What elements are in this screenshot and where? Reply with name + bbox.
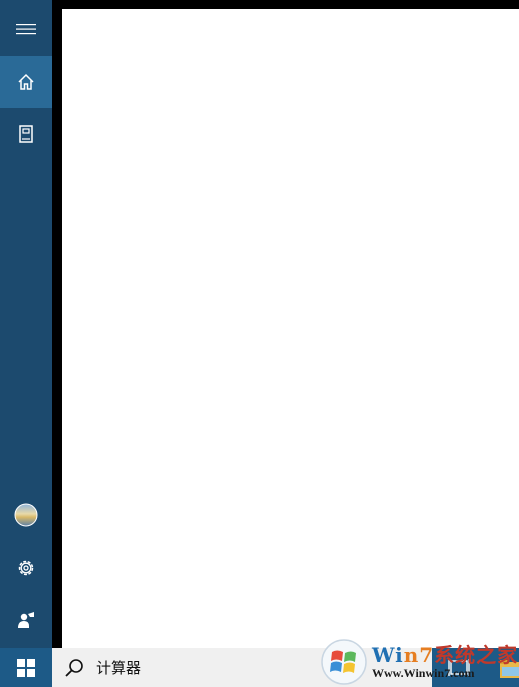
watermark-text: Win7系统之家 Www.Winwin7.com (372, 644, 518, 680)
hamburger-menu-button[interactable] (0, 3, 52, 55)
cortana-sidebar (0, 0, 52, 648)
feedback-icon (18, 612, 34, 628)
home-button[interactable] (0, 56, 52, 108)
settings-button[interactable] (0, 542, 52, 594)
notebook-button[interactable] (0, 108, 52, 160)
user-avatar-button[interactable] (0, 489, 52, 541)
user-avatar-icon (14, 503, 38, 527)
settings-gear-icon (18, 560, 34, 576)
start-button[interactable] (0, 648, 52, 687)
search-input-text[interactable]: 计算器 (96, 657, 141, 678)
watermark-title: Win7系统之家 (372, 644, 518, 666)
watermark-title-win: Wi (372, 642, 404, 667)
windows-logo-icon (17, 658, 35, 677)
watermark-url: Www.Winwin7.com (372, 665, 475, 680)
search-icon (64, 658, 84, 678)
watermark: Win7系统之家 Www.Winwin7.com (320, 636, 519, 687)
notebook-icon (19, 125, 33, 143)
home-icon (18, 73, 34, 90)
hamburger-menu-icon (16, 24, 36, 35)
results-panel (62, 9, 519, 648)
watermark-title-suffix: 系统之家 (434, 642, 519, 667)
windows7-logo-watermark (321, 638, 367, 685)
feedback-button[interactable] (0, 594, 52, 646)
watermark-title-seven: n7 (403, 642, 435, 667)
